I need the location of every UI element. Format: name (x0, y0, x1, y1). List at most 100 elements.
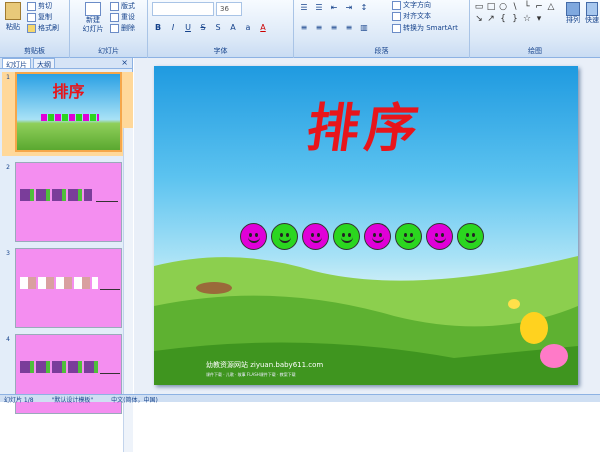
reset-label: 重设 (121, 13, 135, 21)
format-painter-label: 格式刷 (38, 24, 59, 32)
smiley-face-icon[interactable] (333, 223, 360, 250)
numbering-button[interactable]: ☰ (313, 2, 325, 14)
slide-title[interactable]: 排序 (154, 86, 578, 161)
char-spacing-button[interactable]: A (227, 22, 239, 34)
font-size-select[interactable]: 36 (216, 2, 242, 16)
arrange-icon (566, 2, 580, 16)
connector-shape-icon[interactable]: ⌐ (534, 2, 544, 12)
arrange-label: 排列 (566, 16, 580, 24)
status-bar: 幻灯片 1/8 "默认设计模板" 中文(简体，中国) (0, 394, 600, 404)
slide-thumbnail-4[interactable]: 4 (2, 334, 133, 414)
quick-styles-button[interactable]: 快速 (584, 2, 600, 25)
credit-text: 幼教资源网站 ziyuan.baby611.com (206, 361, 324, 369)
new-slide-label: 新建 (86, 16, 100, 24)
current-slide[interactable]: 排序 幼教资源网站 ziyuan.baby611.com 课件下载 · 儿歌 ·… (154, 66, 578, 385)
arrange-button[interactable]: 排列 (564, 2, 582, 25)
textbox-shape-icon[interactable]: ▭ (474, 2, 484, 12)
new-slide-button[interactable]: 新建 幻灯片 (78, 2, 108, 34)
arrow-shape-icon[interactable]: ↘ (474, 14, 484, 24)
italic-button[interactable]: I (167, 22, 179, 34)
layout-label: 版式 (121, 2, 135, 10)
shadow-button[interactable]: S (212, 22, 224, 34)
line-spacing-button[interactable]: ↕ (358, 2, 370, 14)
bullets-button[interactable]: ☰ (298, 2, 310, 14)
clipboard-group-label: 剪贴板 (24, 47, 45, 55)
scissors-icon (27, 1, 36, 11)
butterfly-icon (508, 299, 520, 309)
align-left-button[interactable]: ≡ (298, 22, 310, 34)
list-buttons: ☰ ☰ ⇤ ⇥ ↕ (298, 2, 370, 14)
align-text-button[interactable]: 对齐文本 (392, 11, 431, 21)
font-name-select[interactable] (152, 2, 214, 16)
font-color-button[interactable]: A (257, 22, 269, 34)
pane-scrollbar[interactable] (123, 128, 133, 452)
layout-button[interactable]: 版式 (110, 1, 135, 11)
slide-editor: 排序 幼教资源网站 ziyuan.baby611.com 课件下载 · 儿歌 ·… (134, 58, 600, 394)
star-shape-icon[interactable]: ☆ (522, 14, 532, 24)
close-pane-icon[interactable]: × (121, 58, 128, 67)
elbow-shape-icon[interactable]: └ (522, 2, 532, 12)
clipboard-group: 粘贴 剪切 复制 格式刷 剪贴板 (0, 0, 70, 58)
line-shape-icon[interactable]: \ (510, 2, 520, 12)
tab-slides[interactable]: 幻灯片 (2, 58, 31, 69)
paste-label: 粘贴 (6, 23, 20, 31)
smile-mouth (279, 237, 291, 243)
smile-mouth (310, 237, 322, 243)
strikethrough-button[interactable]: S (197, 22, 209, 34)
reset-button[interactable]: 重设 (110, 12, 135, 22)
smiley-face-icon[interactable] (364, 223, 391, 250)
cut-button[interactable]: 剪切 (27, 1, 52, 11)
ribbon: 粘贴 剪切 复制 格式刷 剪贴板 新建 幻灯片 版式 重设 删除 幻灯片 36 … (0, 0, 600, 58)
brace2-shape-icon[interactable]: } (510, 14, 520, 24)
text-direction-button[interactable]: 文字方向 (392, 0, 431, 10)
align-right-button[interactable]: ≡ (328, 22, 340, 34)
smiley-face-icon[interactable] (302, 223, 329, 250)
rect-shape-icon[interactable]: □ (486, 2, 496, 12)
slides-pane: 幻灯片 大纲 × 1 排序 2 3 4 (0, 58, 133, 452)
smile-mouth (434, 237, 446, 243)
new-slide-icon (85, 2, 101, 16)
quick-styles-icon (586, 2, 598, 16)
thumb-blank-line (100, 373, 120, 374)
format-painter-button[interactable]: 格式刷 (27, 23, 59, 33)
align-text-icon (392, 11, 401, 21)
smiley-face-icon[interactable] (457, 223, 484, 250)
underline-button[interactable]: U (182, 22, 194, 34)
justify-button[interactable]: ≡ (343, 22, 355, 34)
slide-thumbnail-3[interactable]: 3 (2, 248, 133, 330)
copy-button[interactable]: 复制 (27, 12, 52, 22)
smile-mouth (248, 237, 260, 243)
slide-thumbnail-2[interactable]: 2 (2, 162, 133, 244)
flower-icon (520, 312, 548, 344)
tab-outline[interactable]: 大纲 (33, 58, 55, 69)
arrow2-shape-icon[interactable]: ↗ (486, 14, 496, 24)
smiley-face-icon[interactable] (240, 223, 267, 250)
drawing-group-label: 绘图 (528, 47, 542, 55)
paste-button[interactable]: 粘贴 (2, 2, 24, 32)
paragraph-group: ☰ ☰ ⇤ ⇥ ↕ 文字方向 对齐文本 转换为 SmartArt ≡ ≡ ≡ ≡… (294, 0, 470, 58)
increase-indent-button[interactable]: ⇥ (343, 2, 355, 14)
bold-button[interactable]: B (152, 22, 164, 34)
smiley-face-icon[interactable] (271, 223, 298, 250)
slides-group: 新建 幻灯片 版式 重设 删除 幻灯片 (70, 0, 148, 58)
triangle-shape-icon[interactable]: △ (546, 2, 556, 12)
brace-shape-icon[interactable]: { (498, 14, 508, 24)
smiley-face-icon[interactable] (395, 223, 422, 250)
smartart-button[interactable]: 转换为 SmartArt (392, 23, 458, 33)
credit-small-text: 课件下载 · 儿歌 · 故事 FLASH课件下载 · 教案下载 (206, 372, 296, 377)
more-shapes-icon[interactable]: ▾ (534, 14, 544, 24)
slide-number: 2 (6, 164, 10, 171)
columns-button[interactable]: ▥ (358, 22, 370, 34)
decrease-indent-button[interactable]: ⇤ (328, 2, 340, 14)
align-center-button[interactable]: ≡ (313, 22, 325, 34)
smiley-face-icon[interactable] (426, 223, 453, 250)
language-status: 中文(简体，中国) (111, 397, 158, 404)
align-text-label: 对齐文本 (403, 12, 431, 20)
slide-thumbnail-1[interactable]: 1 排序 (2, 72, 133, 156)
change-case-button[interactable]: a (242, 22, 254, 34)
oval-shape-icon[interactable]: ○ (498, 2, 508, 12)
font-group: 36 B I U S S A a A 字体 (148, 0, 294, 58)
smiley-row (240, 223, 484, 250)
delete-slide-button[interactable]: 删除 (110, 23, 135, 33)
quick-styles-label: 快速 (585, 16, 599, 24)
